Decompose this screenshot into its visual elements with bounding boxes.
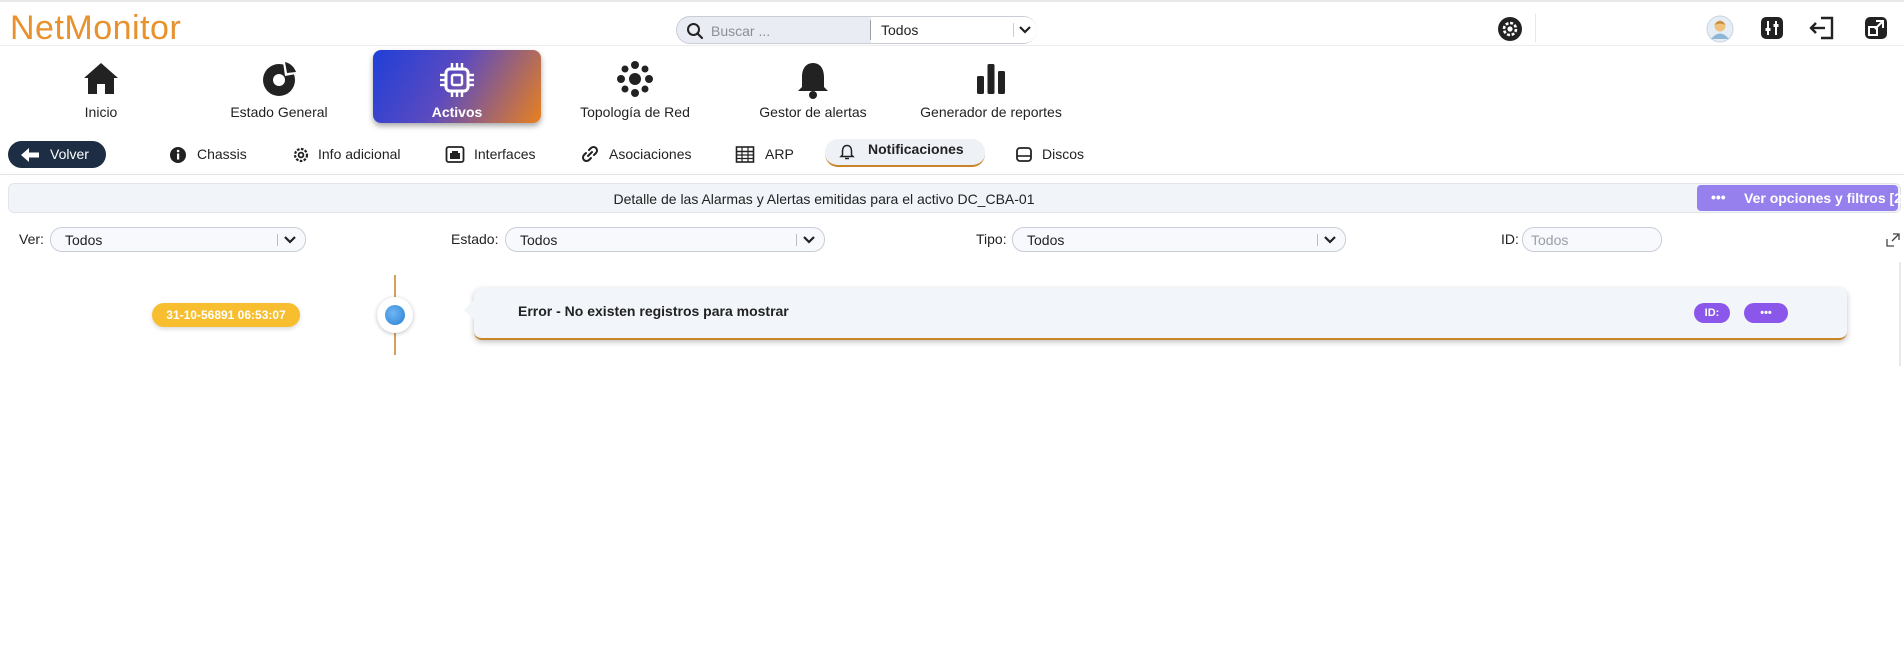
card-caret: [464, 300, 474, 320]
nav-item-inicio[interactable]: Inicio: [40, 50, 162, 123]
ethernet-icon: [445, 146, 465, 163]
nav-item-generador-reportes[interactable]: Generador de reportes: [918, 50, 1064, 123]
tab-label: Asociaciones: [609, 146, 692, 162]
donut-chart-icon: [263, 62, 296, 96]
top-bar: NetMonitor Todos: [0, 0, 1904, 48]
nav-item-gestor-alertas[interactable]: Gestor de alertas: [752, 50, 874, 123]
bell-icon: [839, 144, 855, 160]
select-separator: [1013, 23, 1014, 37]
detail-header: Detalle de las Alarmas y Alertas emitida…: [8, 183, 1904, 213]
topbar-separator: [1535, 14, 1536, 42]
tab-arp[interactable]: ARP: [735, 142, 795, 168]
filter-tipo-label: Tipo:: [976, 231, 1007, 247]
select-separator: [277, 234, 278, 246]
more-options-badge[interactable]: •••: [1744, 303, 1788, 323]
disk-icon: [1016, 147, 1032, 162]
tab-asociaciones[interactable]: Asociaciones: [580, 142, 700, 168]
sub-navigation: Volver Chassis Info adicional Interfaces…: [0, 138, 1904, 175]
external-window-icon[interactable]: [1864, 16, 1888, 40]
sliders-icon[interactable]: [1760, 16, 1784, 40]
search-scope-select[interactable]: Todos: [871, 17, 1037, 43]
avatar[interactable]: [1706, 15, 1734, 43]
nav-item-label: Estado General: [230, 104, 328, 120]
timeline-entry-card: Error - No existen registros para mostra…: [464, 288, 1847, 340]
home-icon: [84, 63, 118, 94]
settings-icon[interactable]: [1497, 16, 1523, 42]
app-logo[interactable]: NetMonitor: [10, 9, 181, 48]
tab-label: Interfaces: [474, 146, 536, 162]
filter-ver-label: Ver:: [19, 231, 44, 247]
gear-icon: [293, 147, 309, 163]
chevron-down-icon: [284, 236, 296, 244]
filter-tipo-value: Todos: [1027, 232, 1065, 248]
nav-item-label: Generador de reportes: [920, 104, 1062, 120]
back-button-label: Volver: [50, 146, 89, 162]
arrow-left-icon: [21, 148, 39, 162]
options-filters-label: Ver opciones y filtros [2]: [1744, 190, 1904, 206]
link-icon: [581, 145, 599, 163]
tab-label: Info adicional: [318, 146, 401, 162]
nav-item-topologia[interactable]: Topología de Red: [568, 50, 702, 123]
tab-notificaciones[interactable]: Notificaciones: [825, 139, 985, 167]
search-box: Todos: [676, 16, 1037, 44]
table-icon: [735, 146, 755, 163]
expand-icon[interactable]: [1886, 233, 1900, 247]
logout-icon[interactable]: [1808, 16, 1836, 40]
search-icon: [687, 23, 704, 40]
nav-item-label: Gestor de alertas: [759, 104, 867, 120]
bar-chart-icon: [977, 64, 1005, 94]
select-separator: [796, 234, 797, 246]
filter-id-input[interactable]: [1529, 231, 1653, 249]
nav-item-estado-general[interactable]: Estado General: [218, 50, 340, 123]
network-icon: [617, 61, 653, 97]
tab-discos[interactable]: Discos: [1014, 142, 1094, 168]
chevron-down-icon: [803, 236, 815, 244]
search-scope-value: Todos: [881, 22, 919, 38]
filter-estado-value: Todos: [520, 232, 558, 248]
tab-chassis[interactable]: Chassis: [168, 142, 258, 168]
nav-item-label: Inicio: [84, 104, 118, 120]
timeline-date-badge: 31-10-56891 06:53:07: [152, 303, 300, 327]
filter-ver-select[interactable]: Todos: [50, 227, 306, 252]
tab-label: Discos: [1042, 146, 1085, 162]
select-separator: [1317, 234, 1318, 246]
tab-label: Chassis: [197, 146, 247, 162]
timeline-dot-inner: [385, 305, 405, 325]
back-button[interactable]: Volver: [8, 141, 106, 168]
nav-item-label: Topología de Red: [580, 104, 690, 120]
tab-label: Notificaciones: [868, 141, 964, 157]
filter-ver-value: Todos: [65, 232, 103, 248]
chip-icon: [440, 63, 474, 97]
filter-row: Ver: Todos Estado: Todos Tipo: Todos ID:: [8, 227, 1901, 257]
id-badge[interactable]: ID:: [1694, 303, 1730, 323]
filter-estado-select[interactable]: Todos: [505, 227, 825, 252]
filter-id-field[interactable]: [1522, 227, 1662, 252]
tab-info-adicional[interactable]: Info adicional: [291, 142, 411, 168]
info-icon: [170, 147, 186, 163]
detail-title: Detalle de las Alarmas y Alertas emitida…: [613, 191, 1035, 207]
chevron-down-icon: [1019, 26, 1031, 34]
filter-estado-label: Estado:: [451, 231, 499, 247]
nav-item-label: Activos: [431, 104, 483, 120]
timeline-dot: [377, 297, 413, 333]
tab-interfaces[interactable]: Interfaces: [445, 142, 545, 168]
more-dots-icon: •••: [1711, 189, 1726, 205]
filter-tipo-select[interactable]: Todos: [1012, 227, 1346, 252]
options-filters-button[interactable]: ••• Ver opciones y filtros [2]: [1697, 185, 1904, 211]
nav-item-activos[interactable]: Activos: [373, 50, 541, 123]
bell-icon: [798, 63, 828, 99]
timeline-entry-message: Error - No existen registros para mostra…: [518, 303, 789, 319]
tab-label: ARP: [765, 146, 794, 162]
chevron-down-icon: [1324, 236, 1336, 244]
filter-id-label: ID:: [1501, 231, 1519, 247]
